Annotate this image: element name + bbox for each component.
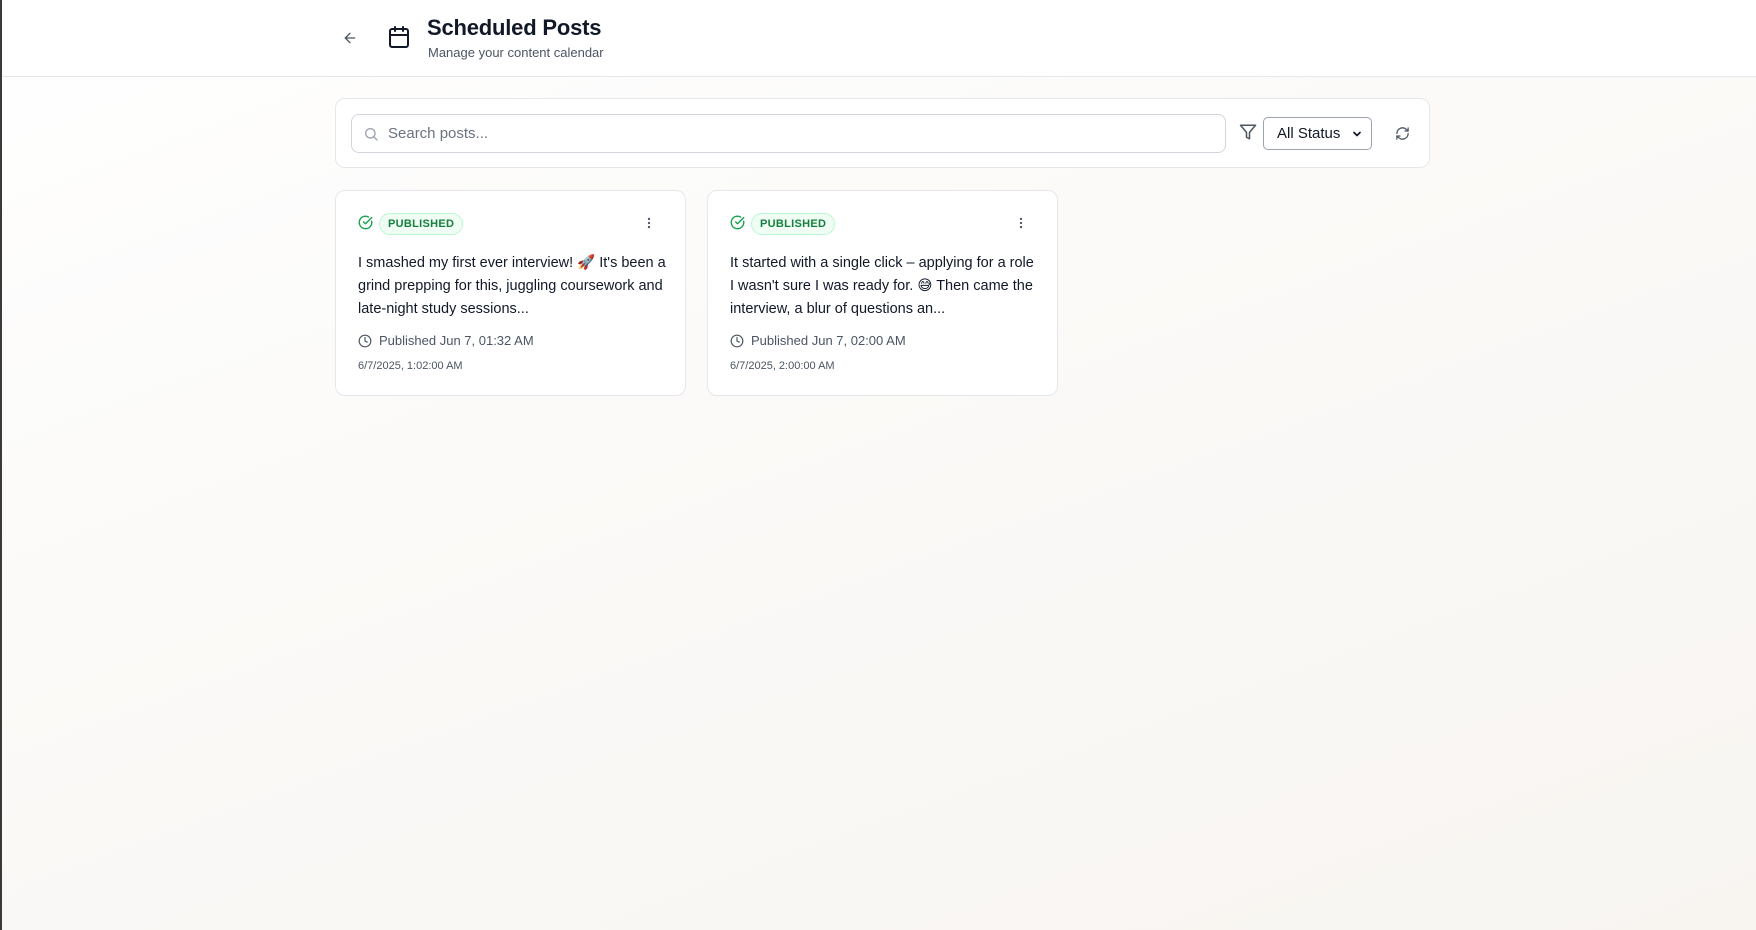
more-vertical-icon <box>647 217 651 229</box>
post-timestamp: 6/7/2025, 2:00:00 AM <box>730 360 835 372</box>
page-title: Scheduled Posts <box>427 15 602 40</box>
more-vertical-icon <box>1019 217 1023 229</box>
refresh-button[interactable] <box>1391 122 1413 144</box>
post-card[interactable]: PUBLISHED It started with a single click… <box>707 190 1058 396</box>
status-filter-select[interactable]: All Status <box>1263 117 1372 150</box>
published-info: Published Jun 7, 01:32 AM <box>358 333 534 348</box>
published-time: Published Jun 7, 02:00 AM <box>751 333 906 348</box>
post-content: It started with a single click – applyin… <box>730 255 1034 317</box>
chevron-down-icon <box>1353 131 1361 137</box>
arrow-left-icon <box>344 32 356 44</box>
post-timestamp: 6/7/2025, 1:02:00 AM <box>358 360 463 372</box>
page-header: Scheduled Posts Manage your content cale… <box>2 0 1756 77</box>
filter-icon <box>1239 124 1257 140</box>
post-card[interactable]: PUBLISHED I smashed my first ever interv… <box>335 190 686 396</box>
status-badge: PUBLISHED <box>379 213 464 235</box>
filter-toolbar: All Status <box>335 98 1430 168</box>
back-button[interactable] <box>336 26 364 50</box>
search-icon <box>365 128 378 141</box>
check-circle-icon <box>358 215 373 230</box>
refresh-icon <box>1395 126 1409 140</box>
clock-icon <box>358 334 372 347</box>
search-box <box>351 114 1226 153</box>
published-info: Published Jun 7, 02:00 AM <box>730 333 906 348</box>
status-badge: PUBLISHED <box>751 213 836 235</box>
published-time: Published Jun 7, 01:32 AM <box>379 333 534 348</box>
post-content: I smashed my first ever interview! 🚀 It'… <box>358 255 666 317</box>
status-filter-value: All Status <box>1277 125 1341 142</box>
check-circle-icon <box>730 215 745 230</box>
clock-icon <box>730 334 744 347</box>
calendar-icon <box>389 26 409 48</box>
search-input[interactable] <box>388 115 1218 152</box>
more-options-button[interactable] <box>641 215 657 231</box>
page-subtitle: Manage your content calendar <box>428 45 604 60</box>
more-options-button[interactable] <box>1013 215 1029 231</box>
